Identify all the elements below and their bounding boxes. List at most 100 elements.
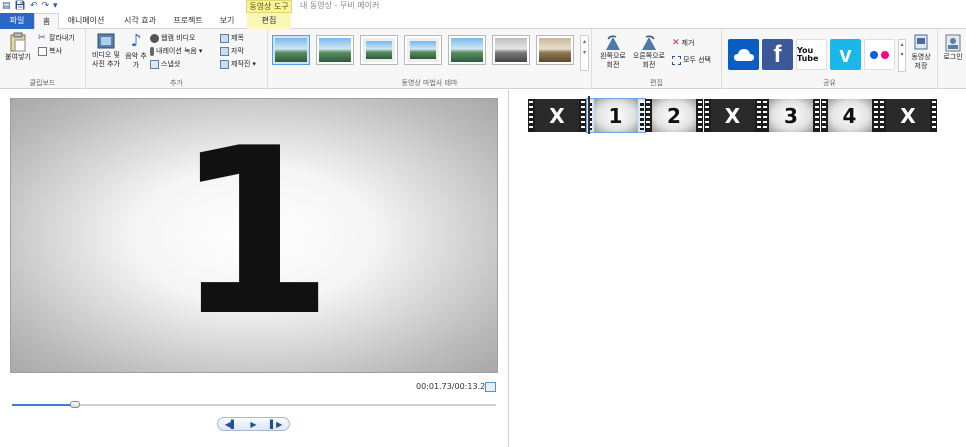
select-all-button[interactable]: 모두 선택 — [672, 55, 711, 65]
rotate-right-button[interactable]: 오른쪽으로 회전 — [630, 35, 668, 70]
facebook-icon[interactable]: f — [762, 39, 793, 70]
group-label-clipboard: 클립보드 — [29, 79, 56, 87]
play-icon[interactable]: ▶ — [250, 420, 256, 429]
seek-progress — [12, 404, 76, 406]
tab-view[interactable]: 보기 — [213, 13, 241, 29]
fullscreen-icon[interactable] — [485, 382, 496, 392]
video-preview[interactable]: 1 — [10, 98, 498, 373]
tab-visual-effects[interactable]: 시각 효과 — [116, 13, 164, 29]
storyboard-clip[interactable]: 3 — [762, 99, 820, 132]
group-signin: 로그인 — [938, 29, 966, 89]
clip-thumbnail-text: 1 — [593, 99, 638, 132]
storyboard-clip[interactable]: 1 — [585, 98, 646, 133]
seek-bar[interactable] — [12, 401, 496, 408]
storyboard-clip[interactable]: 2 — [645, 99, 703, 132]
customize-icon[interactable]: ▾ — [53, 1, 58, 12]
quick-access-toolbar: ▤ 💾︎ ↶ ↷ ▾ — [0, 1, 58, 12]
narration-label: 내레이션 녹음 — [156, 47, 197, 55]
group-clipboard: 붙여넣기 ✂ 잘라내기 복사 클립보드 — [0, 29, 86, 89]
storyboard-clip[interactable]: 4 — [820, 99, 879, 132]
time-readout: 00:01.73/00:13.20 — [416, 382, 491, 391]
clip-thumbnail-text: 3 — [769, 99, 813, 132]
music-note-icon: ♪ — [130, 31, 142, 51]
theme-thumb-2[interactable] — [316, 35, 354, 65]
remove-label: 제거 — [681, 39, 695, 47]
credits-button[interactable]: 제작진 ▾ — [220, 59, 256, 69]
webcam-button[interactable]: 웹캠 비디오 — [150, 33, 195, 43]
flickr-icon[interactable] — [864, 39, 895, 70]
tab-animations[interactable]: 애니메이션 — [62, 13, 110, 29]
title-bar: ▤ 💾︎ ↶ ↷ ▾ 동영상 도구 내 동영상 - 무비 메이커 — [0, 0, 966, 13]
onedrive-icon[interactable] — [728, 39, 759, 70]
youtube-icon[interactable]: You Tube — [796, 39, 827, 70]
copy-label: 복사 — [49, 47, 62, 55]
group-share: f You Tube v ▴ ▾ 동영상 저장 공유 — [722, 29, 938, 89]
cut-button[interactable]: ✂ 잘라내기 — [38, 33, 75, 43]
paste-button[interactable]: 붙여넣기 — [4, 32, 32, 62]
storyboard-clip[interactable]: X — [703, 99, 762, 132]
save-movie-label: 동영상 저장 — [911, 53, 931, 70]
save-movie-button[interactable]: 동영상 저장 — [908, 34, 934, 71]
copy-icon — [38, 46, 47, 56]
app-icon[interactable]: ▤ — [2, 1, 11, 12]
group-label-share: 공유 — [823, 79, 836, 87]
group-label-editing: 편집 — [650, 79, 663, 87]
group-label-themes: 동영상 마법사 테마 — [401, 79, 458, 87]
scissors-icon: ✂ — [38, 32, 46, 43]
select-all-icon — [672, 55, 681, 65]
rotate-right-label: 오른쪽으로 회전 — [632, 52, 666, 69]
caption-icon — [220, 46, 229, 56]
playhead[interactable] — [588, 96, 590, 134]
remove-x-icon: ✕ — [672, 38, 680, 48]
theme-gallery-scroll[interactable]: ▴ ▾ — [580, 35, 589, 71]
rotate-right-icon — [642, 35, 656, 50]
group-add: 비디오 및 사진 추가 ♪ 음악 추가 웹캠 비디오 내레이션 녹음 ▾ 스냅샷… — [86, 29, 268, 89]
theme-thumb-1[interactable] — [272, 35, 310, 65]
rotate-left-button[interactable]: 왼쪽으로 회전 — [596, 35, 630, 70]
title-button[interactable]: 제목 — [220, 33, 244, 43]
next-frame-icon[interactable]: ▌▶ — [270, 420, 282, 429]
seek-thumb[interactable] — [70, 401, 81, 408]
theme-thumb-7[interactable] — [536, 35, 574, 65]
save-icon[interactable]: 💾︎ — [15, 1, 26, 12]
vimeo-icon[interactable]: v — [830, 39, 861, 70]
storyboard-clip[interactable]: X — [528, 99, 586, 132]
webcam-label: 웹캠 비디오 — [161, 34, 196, 42]
share-gallery-scroll[interactable]: ▴ ▾ — [898, 39, 906, 72]
add-music-button[interactable]: ♪ 음악 추가 — [124, 32, 148, 70]
caption-button[interactable]: 자막 — [220, 46, 244, 56]
undo-icon[interactable]: ↶ — [30, 1, 38, 12]
tab-home[interactable]: 홈 — [34, 13, 59, 30]
webcam-icon — [150, 33, 159, 43]
tab-project[interactable]: 프로젝트 — [168, 13, 208, 29]
clip-thumbnail-text: 4 — [827, 99, 872, 132]
theme-thumb-6[interactable] — [492, 35, 530, 65]
narration-button[interactable]: 내레이션 녹음 ▾ — [150, 46, 202, 56]
tab-file[interactable]: 파일 — [0, 13, 34, 29]
dropdown-arrow-icon: ▾ — [198, 47, 203, 55]
add-media-label: 비디오 및 사진 추가 — [92, 51, 120, 68]
group-label-add: 추가 — [170, 79, 183, 87]
remove-button[interactable]: ✕ 제거 — [672, 38, 694, 48]
rotate-left-label: 왼쪽으로 회전 — [600, 52, 626, 69]
signin-button[interactable]: 로그인 — [940, 34, 966, 62]
title-label: 제목 — [231, 34, 244, 42]
redo-icon[interactable]: ↷ — [42, 1, 50, 12]
ribbon-tabs: 파일 홈 애니메이션 시각 효과 프로젝트 보기 편집 — [0, 13, 966, 30]
film-photo-icon — [97, 33, 115, 49]
theme-thumb-5[interactable] — [448, 35, 486, 65]
caption-label: 자막 — [231, 47, 244, 55]
previous-frame-icon[interactable]: ◀▌ — [225, 420, 237, 429]
tab-edit[interactable]: 편집 — [247, 13, 291, 29]
add-media-button[interactable]: 비디오 및 사진 추가 — [88, 32, 124, 69]
preview-frame-text: 1 — [173, 100, 335, 367]
storyboard-clip[interactable]: X — [879, 99, 937, 132]
window-title: 내 동영상 - 무비 메이커 — [300, 1, 380, 10]
snapshot-button[interactable]: 스냅샷 — [150, 59, 180, 69]
copy-button[interactable]: 복사 — [38, 46, 62, 56]
credits-icon — [220, 59, 229, 69]
theme-thumb-4[interactable] — [404, 35, 442, 65]
ribbon: 붙여넣기 ✂ 잘라내기 복사 클립보드 비디오 및 사진 추가 ♪ 음악 추가 … — [0, 29, 966, 89]
theme-thumb-3[interactable] — [360, 35, 398, 65]
preview-pane: 1 00:01.73/00:13.20 ◀▌ ▶ ▌▶ — [0, 90, 509, 447]
